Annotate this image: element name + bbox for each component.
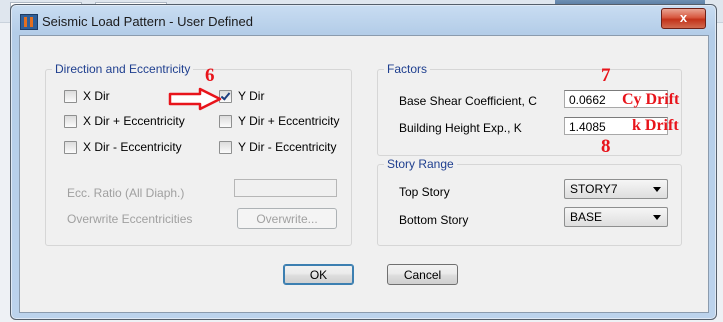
checkbox-y-dir-plus-ecc[interactable]: Y Dir + Eccentricity: [219, 114, 339, 128]
building-height-exp-label: Building Height Exp., K: [399, 121, 522, 135]
bottom-story-value: BASE: [570, 210, 603, 224]
story-range-group-legend: Story Range: [384, 157, 457, 171]
factors-group: Factors Base Shear Coefficient, C 0.0662…: [377, 62, 682, 156]
dialog-client-area: Direction and Eccentricity X Dir X Dir +…: [19, 35, 709, 313]
title-bar[interactable]: Seismic Load Pattern - User Defined x: [11, 5, 716, 35]
annotation-number-7: 7: [601, 65, 611, 86]
checkbox-label: X Dir + Eccentricity: [83, 114, 185, 128]
annotation-number-6: 6: [205, 65, 215, 86]
bottom-story-select[interactable]: BASE: [564, 207, 668, 227]
etabs-app-icon: [20, 14, 38, 30]
annotation-cy-drift: Cy Drift: [622, 91, 680, 108]
top-story-label: Top Story: [399, 185, 450, 199]
dropdown-arrow-icon[interactable]: [653, 187, 661, 192]
dialog-title: Seismic Load Pattern - User Defined: [42, 14, 253, 29]
dropdown-arrow-icon[interactable]: [653, 215, 661, 220]
checkbox-x-dir[interactable]: X Dir: [64, 89, 110, 103]
red-arrow-icon: [168, 87, 222, 111]
annotation-number-8: 8: [601, 136, 611, 157]
checkbox-label: Y Dir + Eccentricity: [238, 114, 340, 128]
checkbox-x-dir-plus-ecc[interactable]: X Dir + Eccentricity: [64, 114, 185, 128]
ok-button[interactable]: OK: [283, 264, 354, 285]
ecc-ratio-input[interactable]: [234, 179, 337, 197]
checkbox-label: X Dir: [83, 89, 110, 103]
close-button[interactable]: x: [661, 8, 706, 29]
checkbox-box[interactable]: [64, 140, 77, 154]
factors-group-legend: Factors: [384, 62, 431, 76]
top-story-select[interactable]: STORY7: [564, 179, 668, 199]
checkbox-x-dir-minus-ecc[interactable]: X Dir - Eccentricity: [64, 140, 182, 154]
base-shear-coefficient-label: Base Shear Coefficient, C: [399, 94, 537, 108]
bottom-story-label: Bottom Story: [399, 213, 469, 227]
top-story-value: STORY7: [570, 182, 618, 196]
ecc-ratio-label: Ecc. Ratio (All Diaph.): [67, 186, 185, 200]
checkbox-box[interactable]: [64, 114, 77, 128]
seismic-load-pattern-dialog: Seismic Load Pattern - User Defined x Di…: [10, 4, 717, 320]
checkbox-label: Y Dir: [238, 89, 265, 103]
checkbox-label: X Dir - Eccentricity: [83, 140, 182, 154]
checkbox-y-dir[interactable]: Y Dir: [219, 89, 264, 103]
checkbox-label: Y Dir - Eccentricity: [238, 140, 337, 154]
checkbox-y-dir-minus-ecc[interactable]: Y Dir - Eccentricity: [219, 140, 336, 154]
story-range-group: Story Range Top Story STORY7 Bottom Stor…: [377, 157, 682, 246]
checkbox-box[interactable]: [219, 114, 232, 128]
direction-group-legend: Direction and Eccentricity: [52, 62, 194, 76]
annotation-k-drift: k Drift: [632, 117, 679, 134]
checkbox-box[interactable]: [64, 89, 77, 103]
cancel-button[interactable]: Cancel: [387, 264, 458, 285]
overwrite-button[interactable]: Overwrite...: [237, 208, 337, 229]
checkbox-box[interactable]: [219, 140, 232, 154]
overwrite-eccentricities-label: Overwrite Eccentricities: [67, 212, 193, 226]
